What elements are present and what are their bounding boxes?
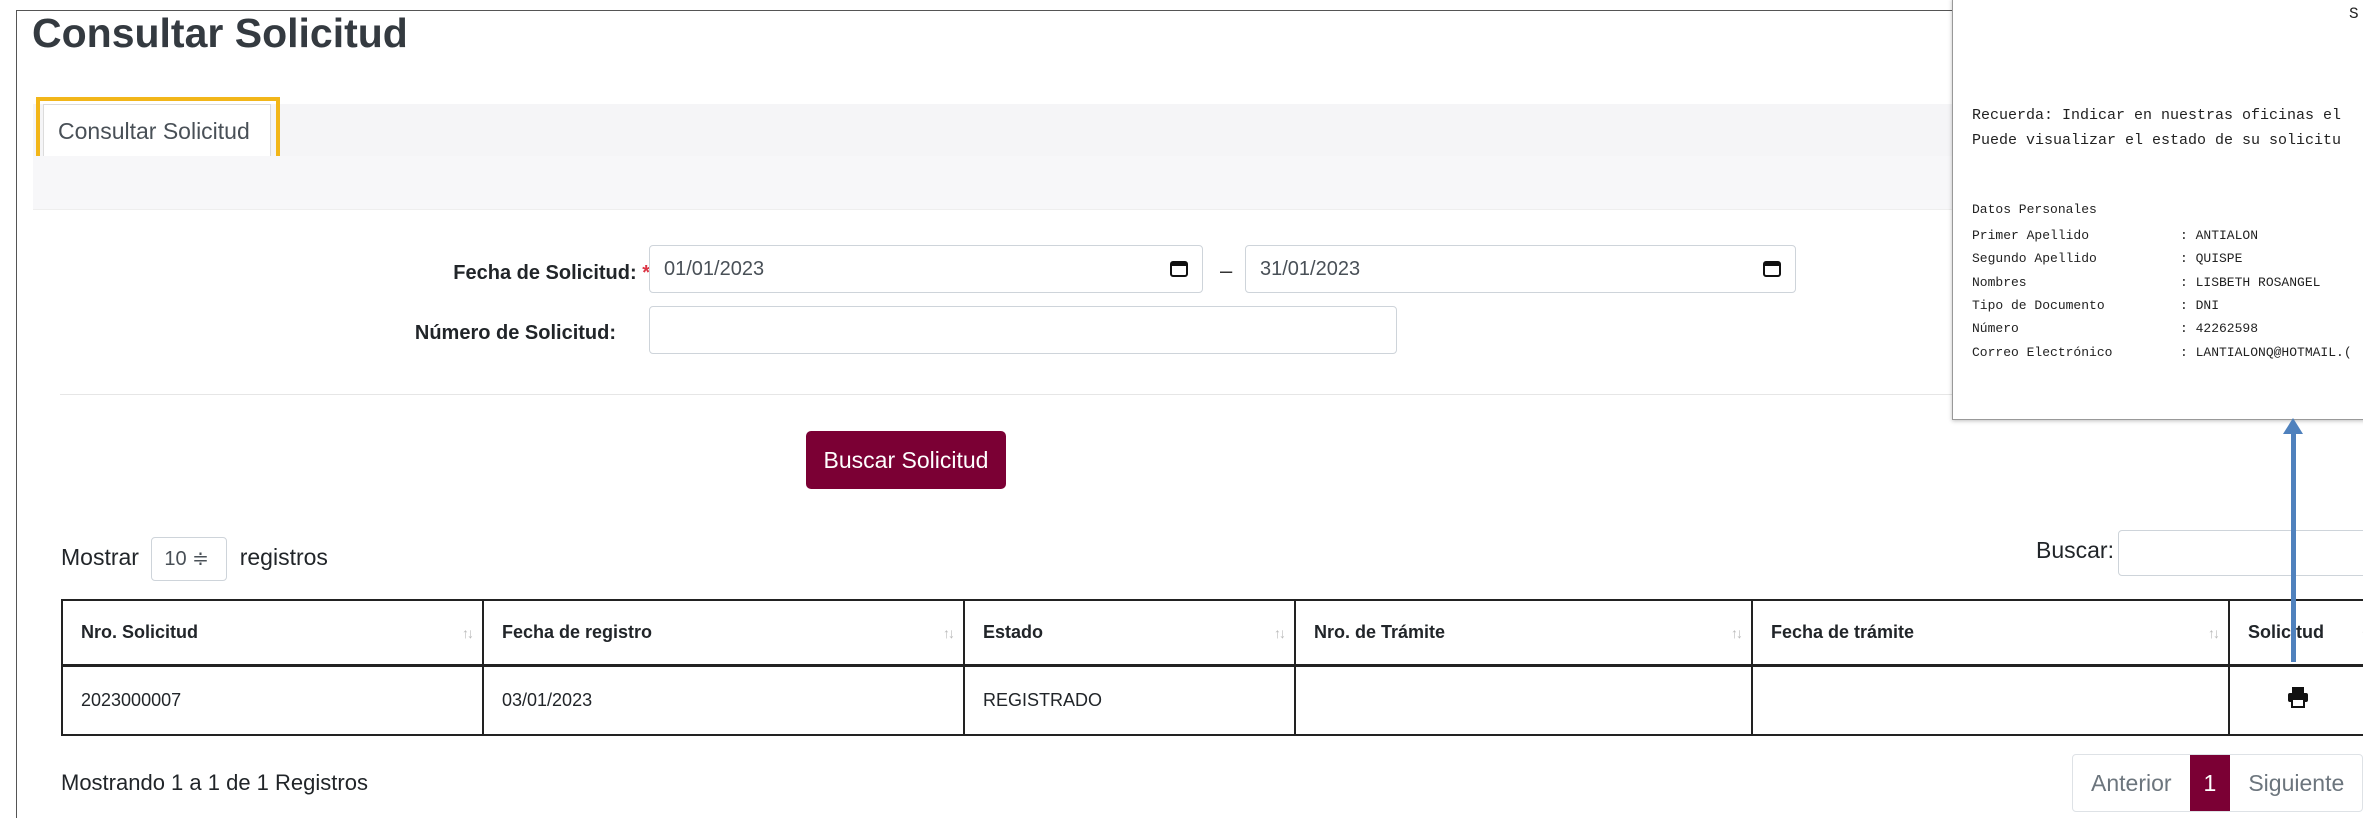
calendar-icon[interactable] (1763, 259, 1781, 277)
doc-field-label: Nombres (1972, 275, 2027, 290)
fecha-solicitud-label: Fecha de Solicitud: * (380, 262, 650, 285)
search-label: Buscar: (2036, 537, 2114, 563)
sort-icon: ↑↓ (2208, 625, 2220, 641)
buscar-solicitud-button[interactable]: Buscar Solicitud (806, 431, 1006, 489)
doc-section-title: Datos Personales (1972, 202, 2097, 217)
sort-icon: ↑↓ (1274, 625, 1286, 641)
table-info: Mostrando 1 a 1 de 1 Registros (61, 770, 368, 795)
next-page-button[interactable]: Siguiente (2230, 755, 2362, 811)
doc-field-value: : LANTIALONQ@HOTMAIL.( (2180, 345, 2352, 360)
doc-field-value: : QUISPE (2180, 251, 2243, 266)
sort-icon: ↑↓ (462, 625, 474, 641)
printer-icon[interactable] (2287, 686, 2309, 708)
doc-field-value: : 42262598 (2180, 321, 2259, 336)
header-fecha-registro[interactable]: Fecha de registro ↑↓ (482, 599, 965, 667)
show-suffix: registros (239, 544, 328, 571)
table-header-row: Nro. Solicitud ↑↓ Fecha de registro ↑↓ Est… (61, 599, 2363, 667)
pagination: Anterior 1 Siguiente (2072, 754, 2363, 812)
header-nro-tramite[interactable]: Nro. de Trámite ↑↓ (1294, 599, 1753, 667)
show-prefix: Mostrar (61, 544, 139, 571)
cell-nro-tramite (1294, 664, 1753, 736)
prev-page-button[interactable]: Anterior (2073, 755, 2190, 811)
page-1-button[interactable]: 1 (2189, 755, 2231, 811)
doc-corner-text: S (2349, 5, 2359, 23)
numero-solicitud-input[interactable] (649, 306, 1397, 354)
solicitud-document-preview: S Recuerda: Indicar en nuestras oficinas… (1952, 0, 2363, 420)
date-to-value: 31/01/2023 (1260, 258, 1361, 280)
cell-estado: REGISTRADO (963, 664, 1296, 736)
header-label: Estado (983, 622, 1044, 642)
calendar-icon[interactable] (1170, 259, 1188, 277)
date-from-value: 01/01/2023 (664, 258, 765, 280)
doc-field-label: Correo Electrónico (1972, 345, 2113, 360)
header-label: Fecha de trámite (1771, 622, 1915, 642)
page-size-control: Mostrar 10 ≑ registros (61, 537, 328, 581)
page-size-select[interactable]: 10 ≑ (151, 537, 228, 581)
date-separator: – (1220, 258, 1233, 283)
header-label: Nro. Solicitud (81, 622, 198, 642)
cell-fecha-registro: 03/01/2023 (482, 664, 965, 736)
tab-consultar-solicitud[interactable]: Consultar Solicitud (43, 104, 271, 156)
doc-field-label: Segundo Apellido (1972, 251, 2097, 266)
header-label: Fecha de registro (502, 622, 653, 642)
header-fecha-tramite[interactable]: Fecha de trámite ↑↓ (1751, 599, 2230, 667)
fecha-label-text: Fecha de Solicitud: (453, 262, 637, 284)
doc-field-label: Primer Apellido (1972, 228, 2090, 243)
annotation-arrow-line (2291, 430, 2296, 662)
cell-nro-solicitud: 2023000007 (61, 664, 484, 736)
doc-field-label: Número (1972, 321, 2019, 336)
search-input[interactable] (2118, 530, 2363, 576)
doc-field-value: : ANTIALON (2180, 228, 2259, 243)
header-solicitud[interactable]: Solicitud↑↓ (2228, 599, 2363, 667)
sort-icon: ↑↓ (943, 625, 955, 641)
doc-note-line: Puede visualizar el estado de su solicit… (1972, 132, 2342, 149)
sort-icon: ↑↓ (1731, 625, 1743, 641)
cell-fecha-tramite (1751, 664, 2230, 736)
header-label: Nro. de Trámite (1314, 622, 1446, 642)
doc-field-value: : DNI (2180, 298, 2220, 313)
page-title: Consultar Solicitud (32, 10, 408, 56)
numero-solicitud-label: Número de Solicitud: (414, 322, 616, 344)
header-label: Solicitud (2248, 622, 2324, 642)
header-estado[interactable]: Estado ↑↓ (963, 599, 1296, 667)
table-row: 2023000007 03/01/2023 REGISTRADO (61, 664, 2363, 736)
doc-note-line: Recuerda: Indicar en nuestras oficinas e… (1972, 107, 2342, 124)
date-to-input[interactable]: 31/01/2023 (1245, 245, 1796, 293)
date-from-input[interactable]: 01/01/2023 (649, 245, 1203, 293)
doc-field-value: : LISBETH ROSANGEL (2180, 275, 2321, 290)
results-table: Nro. Solicitud ↑↓ Fecha de registro ↑↓ Est… (61, 599, 2363, 736)
doc-field-label: Tipo de Documento (1972, 298, 2105, 313)
annotation-arrow-head (2283, 418, 2303, 434)
header-nro-solicitud[interactable]: Nro. Solicitud ↑↓ (61, 599, 484, 667)
